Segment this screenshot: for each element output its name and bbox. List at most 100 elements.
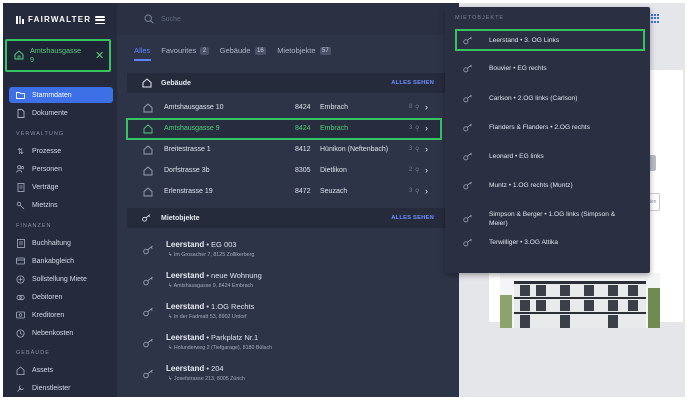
creditor-icon [16,311,25,320]
address-text: In der Fadmatt 53, 8902 Urdorf [173,314,247,320]
sidebar-item-label: Prozesse [32,147,62,155]
dropdown-item[interactable]: Terwilliger • 3.OG Attika [463,238,643,248]
sidebar-item-personen[interactable]: Personen [16,162,62,176]
dropdown-item[interactable]: Flanders & Flanders • 2.OG rechts [463,123,643,133]
tab-gebaeude[interactable]: Gebäude 16 [220,46,267,55]
section-label-gebaeude: GEBÄUDE [16,350,50,356]
menu-icon[interactable] [95,16,105,24]
grid-icon[interactable] [651,14,660,23]
section-label-finanzen: FINANZEN [16,223,52,229]
dropdown-item[interactable]: Bouvier • EG rechts [463,64,643,74]
building-city: Seuzach [320,188,348,195]
house-icon [143,166,153,176]
building-name: Amtshausgasse 10 [164,104,224,111]
sidebar-item-label: Dokumente [32,109,68,117]
unit-count: 3 [409,146,413,152]
building-name: Erlenstrasse 19 [164,188,213,195]
key-icon [463,181,472,190]
document-icon [16,108,25,118]
address-text: Josefstrasse 213, 8005 Zürich [173,376,245,382]
sidebar-item-sollstellung-miete[interactable]: Sollstellung Miete [16,272,87,286]
sidebar-item-vertraege[interactable]: Verträge [16,180,58,194]
search-input[interactable] [161,12,421,26]
sidebar-item-dokumente[interactable]: Dokumente [16,106,68,120]
search-panel: Alles Favourites 2 Gebäude 16 Mietobjekt… [117,3,459,397]
mietobjekt-row[interactable]: Leerstand • neue Wohnung ↳ Amtshausgasse… [127,267,449,297]
sidebar-item-nebenkosten[interactable]: Nebenkosten [16,326,73,340]
key-icon [143,338,153,348]
dropdown-item[interactable]: Muntz • 1.OG rechts (Muntz) [463,181,643,191]
gebaeude-row[interactable]: Erlenstrasse 19 8472 Seuzach 3 ⚲ › [127,182,449,202]
sidebar-item-debitoren[interactable]: Debitoren [16,290,62,304]
see-all-gebaeude-link[interactable]: ALLES SEHEN [391,80,434,86]
tab-alles[interactable]: Alles [134,46,150,55]
key-icon [463,64,472,73]
unit-count: 3 [409,188,413,194]
dropdown-item-label: Bouvier • EG rechts [489,65,547,72]
mietobjekt-address: ↳ Holunderweg 2 (Tiefgarage), 8180 Bülac… [168,345,273,351]
close-icon[interactable]: ✕ [95,49,104,62]
tab-label: Gebäude [219,46,251,55]
tab-mietobjekte[interactable]: Mietobjekte 57 [277,46,332,55]
sidebar-item-buchhaltung[interactable]: Buchhaltung [16,236,71,250]
sidebar-item-dienstleister[interactable]: Dienstleister [16,381,71,395]
gebaeude-row[interactable]: Breitestrasse 1 8412 Hünikon (Neftenbach… [127,140,449,160]
gebaeude-row-selected[interactable]: Amtshausgasse 9 8424 Embrach 3 ⚲ › [126,118,442,140]
dropdown-item[interactable]: Leonard • EG links [463,152,643,162]
mietobjekt-row[interactable]: Leerstand • EG 003 ↳ Im Grosacher 7, 812… [127,236,449,266]
unit-detail: • 1.OG Rechts [206,302,255,311]
tab-label: Favourites [161,46,197,55]
dropdown-item[interactable]: Simpson & Berger • 1.OG links (Simpson &… [463,210,643,230]
dropdown-item-selected[interactable]: Leerstand • 3. OG Links [463,36,643,46]
key-icon: ⚲ [415,147,420,153]
key-icon [463,36,472,45]
mietobjekt-title: Leerstand • 204 [166,364,224,373]
dropdown-item-label: Carlson • 2.OG links (Carlson) [489,95,578,102]
logo-icon [16,15,24,24]
key-icon [142,214,151,222]
tenant-label: Leerstand [166,364,205,373]
dropdown-item[interactable]: Carlson • 2.OG links (Carlson) [463,94,643,104]
house-icon [142,78,152,88]
sidebar-item-label: Buchhaltung [32,239,71,247]
sidebar-item-label: Nebenkosten [32,329,74,337]
chevron-right-icon: › [425,165,428,175]
sidebar-item-label: Mietzins [32,201,58,209]
section-title: Mietobjekte [161,214,200,222]
chevron-right-icon: › [425,186,428,196]
people-icon [16,165,25,174]
sidebar-item-bankabgleich[interactable]: Bankabgleich [16,254,74,268]
unit-count: 8 [409,104,413,110]
sidebar-item-assets[interactable]: Assets [16,363,53,377]
tenant-label: Leerstand [166,271,205,280]
sidebar-item-prozesse[interactable]: ⇅ Prozesse [16,144,61,158]
property-selector[interactable]: Amtshausgasse 9 ✕ [5,39,111,72]
sidebar-item-stammdaten[interactable]: Stammdaten [16,88,72,102]
building-city: Embrach [320,125,349,132]
mietobjekt-row[interactable]: Leerstand • 1.OG Rechts ↳ In der Fadmatt… [127,298,449,328]
key-icon: ⚲ [415,105,420,111]
sidebar-item-kreditoren[interactable]: Kreditoren [16,308,64,322]
tab-label: Alles [134,46,151,55]
sidebar-item-mietzins[interactable]: Mietzins [16,198,58,212]
dropdown-item-label: Simpson & Berger • 1.OG links (Simpson &… [489,210,615,228]
folder-icon [16,91,25,100]
dropdown-header: MIETOBJEKTE [455,15,505,21]
see-all-mietobjekte-link[interactable]: ALLES SEHEN [391,215,434,221]
dropdown-item-label: Terwilliger • 3.OG Attika [489,239,558,246]
mietobjekt-title: Leerstand • neue Wohnung [166,271,262,280]
gebaeude-row[interactable]: Amtshausgasse 10 8424 Embrach 8 ⚲ › [127,98,449,118]
address-text: Im Grosacher 7, 8125 Zollikerberg [173,252,255,258]
tab-favourites[interactable]: Favourites 2 [161,46,209,55]
gebaeude-row[interactable]: Dorfstrasse 3b 8305 Dietlikon 2 ⚲ › [127,161,449,181]
key-icon: ⚲ [415,189,420,195]
mietobjekt-title: Leerstand • EG 003 [166,240,236,249]
section-title: Gebäude [161,79,191,87]
dropdown-item-label: Leonard • EG links [489,153,544,160]
mietobjekt-row[interactable]: Leerstand • Parkplatz Nr.1 ↳ Holunderweg… [127,329,449,359]
mietobjekt-row[interactable]: Leerstand • 204 ↳ Josefstrasse 213, 8005… [127,360,449,390]
active-tab-indicator [134,59,151,61]
dropdown-item-label: Leerstand • 3. OG Links [489,37,560,44]
key-icon [143,307,153,317]
brand-logo[interactable]: FAIRWALTER [16,15,91,24]
